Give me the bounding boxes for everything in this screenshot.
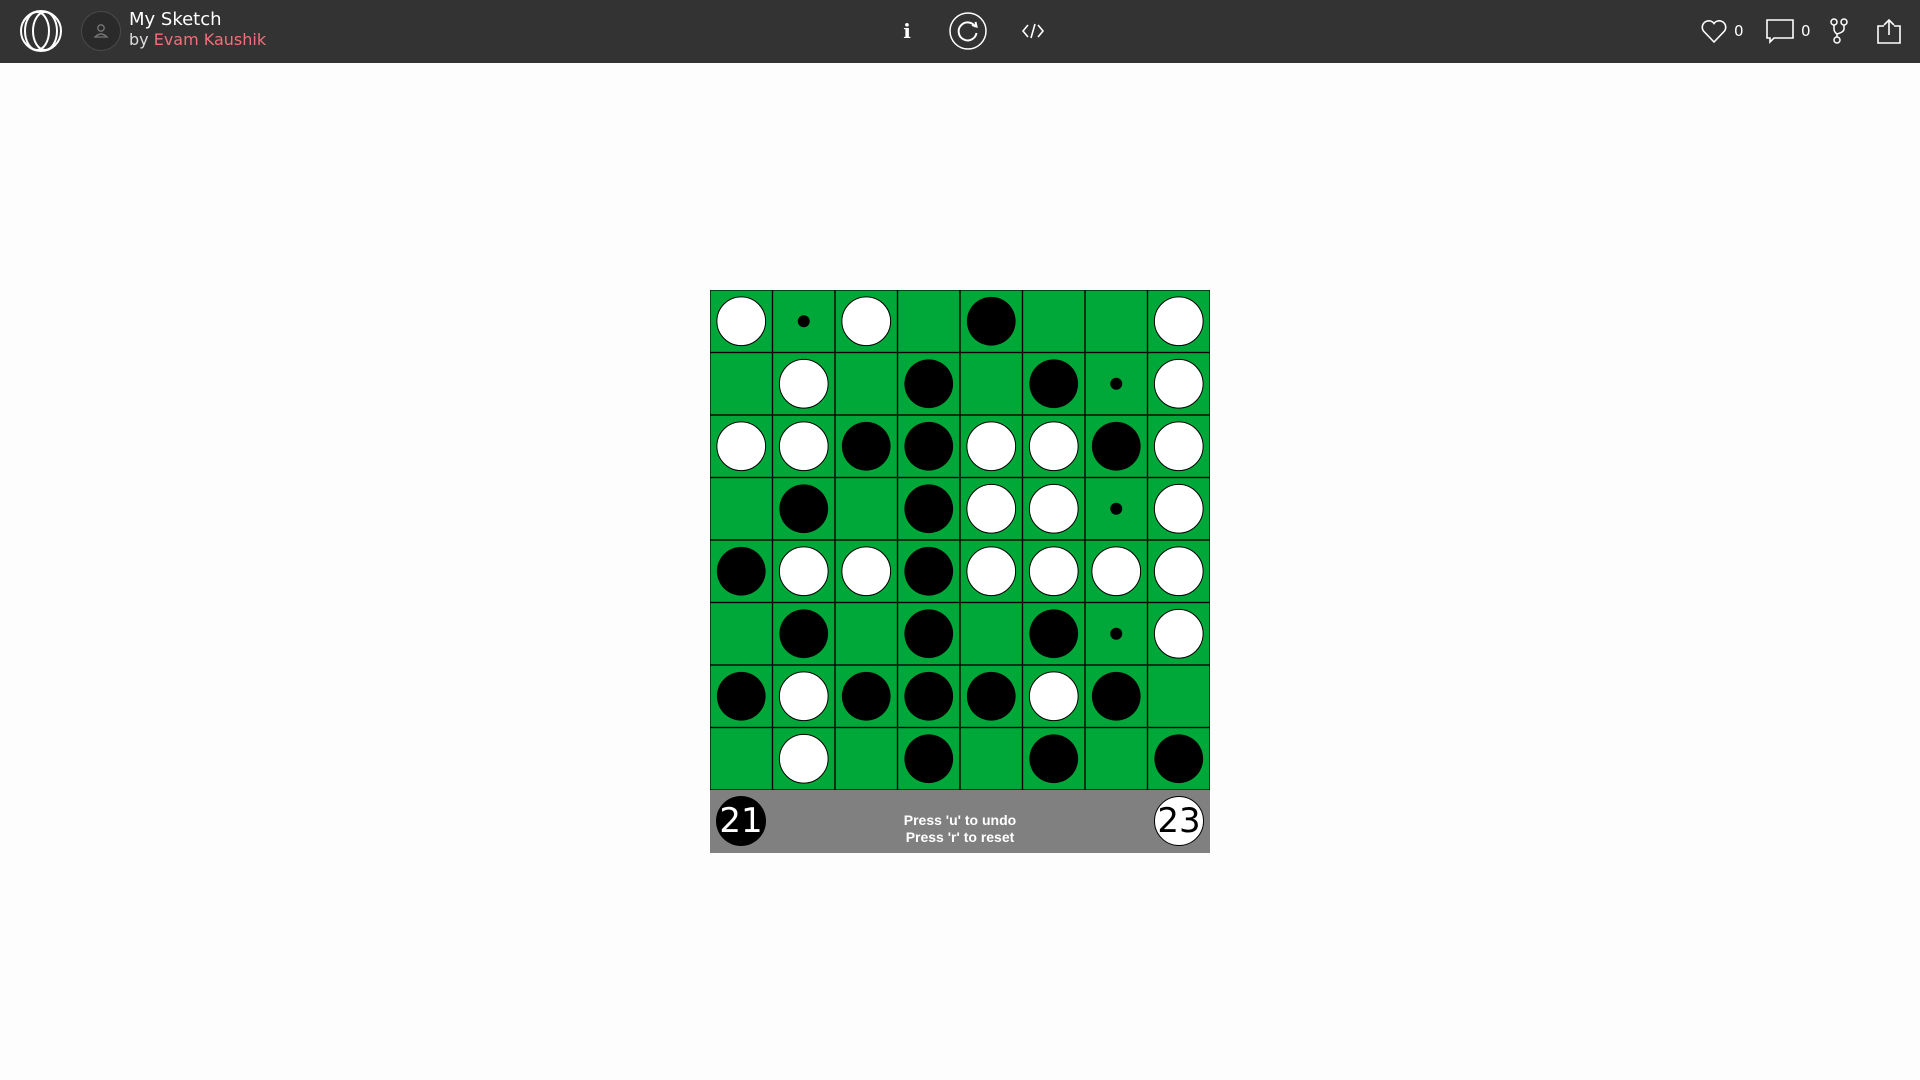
score-footer: 21 Press 'u' to undo Press 'r' to reset …	[710, 790, 1210, 853]
white-piece	[778, 733, 829, 784]
valid-move-marker[interactable]	[1110, 377, 1123, 390]
black-piece	[1029, 734, 1079, 784]
white-piece	[841, 296, 892, 347]
black-piece	[779, 484, 829, 534]
person-icon	[93, 24, 109, 38]
white-piece	[1153, 608, 1204, 659]
reset-hint: Press 'r' to reset	[905, 829, 1015, 845]
white-piece	[778, 358, 829, 409]
black-piece	[716, 546, 766, 596]
sketch-title: My Sketch	[129, 9, 222, 30]
white-piece	[1153, 546, 1204, 597]
black-piece	[904, 421, 954, 471]
undo-hint: Press 'u' to undo	[903, 812, 1017, 828]
white-piece	[966, 483, 1017, 534]
white-piece	[1091, 546, 1142, 597]
black-piece	[1091, 671, 1141, 721]
white-piece	[1153, 358, 1204, 409]
black-piece	[904, 484, 954, 534]
white-piece	[966, 546, 1017, 597]
white-piece	[1028, 421, 1079, 472]
heart-icon	[1701, 20, 1727, 44]
top-navigation-bar: My Sketch by Evam Kaushik i 0 0	[0, 0, 1920, 63]
restart-icon[interactable]	[948, 11, 988, 51]
black-piece	[966, 296, 1016, 346]
comment-icon	[1766, 19, 1794, 44]
black-piece	[904, 546, 954, 596]
white-piece	[1028, 671, 1079, 722]
black-piece	[841, 671, 891, 721]
valid-move-marker[interactable]	[1110, 627, 1123, 640]
black-piece	[904, 609, 954, 659]
white-piece	[966, 421, 1017, 472]
white-piece	[841, 546, 892, 597]
reversi-game-canvas[interactable]: 21 Press 'u' to undo Press 'r' to reset …	[710, 290, 1210, 853]
black-piece	[716, 671, 766, 721]
fork-icon	[1830, 18, 1848, 44]
code-icon[interactable]	[1020, 18, 1046, 44]
share-button[interactable]	[1875, 14, 1903, 48]
black-piece	[841, 421, 891, 471]
white-piece	[716, 421, 767, 472]
comments-count: 0	[1801, 22, 1811, 40]
info-button[interactable]: i	[897, 16, 917, 46]
black-piece	[1029, 609, 1079, 659]
black-piece	[1029, 359, 1079, 409]
white-piece	[778, 546, 829, 597]
black-piece	[904, 734, 954, 784]
white-piece	[1153, 421, 1204, 472]
valid-move-marker[interactable]	[1110, 502, 1123, 515]
byline: by Evam Kaushik	[129, 30, 266, 50]
black-piece	[1154, 734, 1204, 784]
valid-move-marker[interactable]	[797, 315, 810, 328]
white-piece	[1028, 483, 1079, 534]
sketch-title-block: My Sketch by Evam Kaushik	[129, 10, 266, 50]
user-avatar-icon[interactable]	[81, 11, 121, 51]
white-piece	[1153, 483, 1204, 534]
like-button[interactable]: 0	[1700, 14, 1744, 48]
white-piece	[778, 671, 829, 722]
white-piece	[778, 421, 829, 472]
game-board[interactable]	[710, 290, 1210, 790]
likes-count: 0	[1734, 22, 1744, 40]
black-piece	[904, 671, 954, 721]
share-icon	[1877, 18, 1901, 44]
black-piece	[904, 359, 954, 409]
black-piece	[779, 609, 829, 659]
white-piece	[1153, 296, 1204, 347]
comments-button[interactable]: 0	[1765, 14, 1811, 48]
white-piece	[1028, 546, 1079, 597]
black-piece	[1091, 421, 1141, 471]
author-link[interactable]: Evam Kaushik	[154, 30, 266, 49]
openprocessing-logo-icon[interactable]	[18, 9, 64, 53]
white-piece	[716, 296, 767, 347]
by-prefix: by	[129, 30, 149, 49]
black-piece	[966, 671, 1016, 721]
fork-button[interactable]	[1828, 14, 1850, 48]
white-score: 23	[1154, 796, 1204, 846]
